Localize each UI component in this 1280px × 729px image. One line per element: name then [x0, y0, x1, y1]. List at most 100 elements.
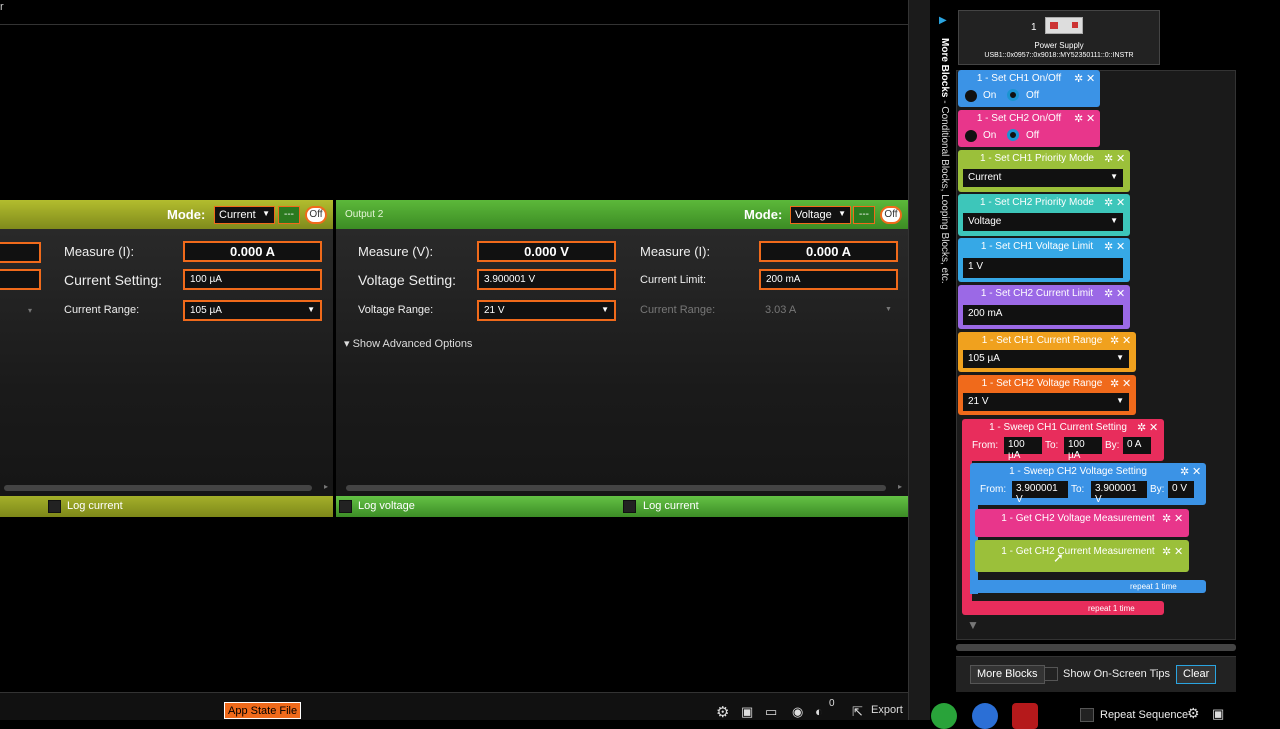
- gear-icon[interactable]: ✲: [1074, 72, 1083, 85]
- scroll-right-arrow[interactable]: ▸: [324, 482, 328, 491]
- close-icon[interactable]: ✕: [1116, 196, 1125, 209]
- priority-mode-select[interactable]: Current ▼: [963, 169, 1123, 187]
- sweep-to-input[interactable]: 3.900001 V: [1091, 481, 1147, 505]
- block-sweep-ch1-current[interactable]: 1 - Sweep CH1 Current Setting ✲ ✕ From: …: [962, 419, 1164, 461]
- gear-icon[interactable]: ✲: [1110, 377, 1119, 390]
- app-state-file-button[interactable]: App State File: [224, 702, 302, 719]
- measure-voltage-label: Measure (V):: [358, 244, 434, 259]
- gear-icon[interactable]: ✲: [1104, 196, 1113, 209]
- gear-icon[interactable]: ⚙: [716, 703, 729, 720]
- voltage-setting-input[interactable]: 3.900001 V: [477, 269, 616, 290]
- log-current-checkbox-2[interactable]: [623, 500, 636, 513]
- gear-icon[interactable]: ✲: [1074, 112, 1083, 125]
- block-get-ch2-current[interactable]: 1 - Get CH2 Current Measurement ✲ ✕: [975, 540, 1189, 572]
- info-icon[interactable]: ◐: [815, 704, 823, 719]
- gear-icon[interactable]: ✲: [1104, 287, 1113, 300]
- mode-select[interactable]: Current ▼: [214, 206, 275, 224]
- close-icon[interactable]: ✕: [1116, 240, 1125, 253]
- log-current-label-2: Log current: [643, 500, 699, 512]
- output-off-toggle[interactable]: Off: [305, 206, 327, 224]
- step-icon[interactable]: [972, 703, 998, 729]
- close-icon[interactable]: ✕: [1174, 545, 1183, 558]
- advanced-label: Show Advanced Options: [352, 338, 473, 350]
- close-icon[interactable]: ✕: [1116, 152, 1125, 165]
- gear-icon[interactable]: ✲: [1104, 240, 1113, 253]
- block-sweep-ch2-voltage[interactable]: 1 - Sweep CH2 Voltage Setting ✲ ✕ From: …: [970, 463, 1206, 505]
- play-icon[interactable]: [931, 703, 957, 729]
- gear-icon[interactable]: ✲: [1110, 334, 1119, 347]
- close-icon[interactable]: ✕: [1122, 377, 1131, 390]
- gear-icon[interactable]: ✲: [1104, 152, 1113, 165]
- on-radio[interactable]: [965, 90, 977, 102]
- output-1-header: Mode: Current ▼ --- Off: [0, 200, 333, 229]
- close-icon[interactable]: ✕: [1086, 112, 1095, 125]
- mode-select[interactable]: Voltage ▼: [790, 206, 851, 224]
- sweep-by-input[interactable]: 0 A: [1123, 437, 1151, 454]
- output-off-toggle[interactable]: Off: [880, 206, 902, 224]
- horizontal-scrollbar[interactable]: [4, 485, 312, 491]
- workspace-scrollbar[interactable]: [956, 644, 1236, 651]
- close-icon[interactable]: ✕: [1149, 421, 1158, 434]
- more-blocks-button[interactable]: More Blocks: [970, 665, 1045, 684]
- block-title: 1 - Set CH2 Current Limit: [980, 288, 1094, 299]
- current-range-label: Current Range:: [64, 304, 140, 316]
- off-radio[interactable]: [1007, 129, 1019, 141]
- on-radio[interactable]: [965, 130, 977, 142]
- gear-icon[interactable]: ✲: [1162, 545, 1171, 558]
- scroll-right-arrow[interactable]: ▸: [898, 482, 902, 491]
- stop-icon[interactable]: [1012, 703, 1038, 729]
- show-advanced-options[interactable]: ▾ Show Advanced Options: [344, 337, 472, 350]
- block-title: 1 - Set CH1 Voltage Limit: [980, 241, 1094, 252]
- gear-icon[interactable]: ✲: [1162, 512, 1171, 525]
- show-tips-checkbox[interactable]: [1044, 667, 1058, 681]
- close-icon[interactable]: ✕: [1086, 72, 1095, 85]
- current-range-select[interactable]: 105 µA ▼: [183, 300, 322, 321]
- log-voltage-checkbox[interactable]: [339, 500, 352, 513]
- block-get-ch2-voltage[interactable]: 1 - Get CH2 Voltage Measurement ✲ ✕: [975, 509, 1189, 537]
- priority-mode-select[interactable]: Voltage ▼: [963, 213, 1123, 231]
- close-icon[interactable]: ✕: [1116, 287, 1125, 300]
- block-set-ch1-current-range[interactable]: 1 - Set CH1 Current Range ✲ ✕ 105 µA ▼: [958, 332, 1136, 372]
- cut-field-2[interactable]: [0, 269, 41, 290]
- sweep-to-input[interactable]: 100 µA: [1064, 437, 1102, 461]
- save-icon[interactable]: ▣: [741, 704, 753, 720]
- current-limit-input[interactable]: 200 mA: [759, 269, 898, 290]
- gear-icon[interactable]: ✲: [1137, 421, 1146, 434]
- clipboard-icon[interactable]: ◉: [792, 704, 803, 720]
- current-setting-input[interactable]: 100 µA: [183, 269, 322, 290]
- close-icon[interactable]: ✕: [1122, 334, 1131, 347]
- close-icon[interactable]: ✕: [1174, 512, 1183, 525]
- sweep-by-input[interactable]: 0 V: [1168, 481, 1194, 498]
- block-set-ch2-priority-mode[interactable]: 1 - Set CH2 Priority Mode ✲ ✕ Voltage ▼: [958, 194, 1130, 236]
- voltage-range-select[interactable]: 21 V ▼: [477, 300, 616, 321]
- measure-current-label: Measure (I):: [640, 244, 711, 259]
- gear-icon[interactable]: ✲: [1180, 465, 1189, 478]
- block-set-ch1-voltage-limit[interactable]: 1 - Set CH1 Voltage Limit ✲ ✕ 1 V: [958, 238, 1130, 282]
- current-limit-input[interactable]: 200 mA: [963, 305, 1123, 325]
- off-label: Off: [1026, 90, 1040, 101]
- close-icon[interactable]: ✕: [1192, 465, 1201, 478]
- log-current-checkbox[interactable]: [48, 500, 61, 513]
- device-card[interactable]: 1 Power Supply USB1::0x0957::0x9018::MY5…: [958, 10, 1160, 65]
- current-range-select[interactable]: 105 µA ▼: [963, 350, 1129, 368]
- folder-open-icon[interactable]: ▭: [765, 704, 777, 720]
- output-2-header: Output 2 Mode: Voltage ▼ --- Off: [336, 200, 908, 229]
- sweep-from-input[interactable]: 3.900001 V: [1012, 481, 1068, 505]
- voltage-range-select[interactable]: 21 V ▼: [963, 393, 1129, 411]
- horizontal-scrollbar[interactable]: [346, 485, 886, 491]
- block-set-ch2-voltage-range[interactable]: 1 - Set CH2 Voltage Range ✲ ✕ 21 V ▼: [958, 375, 1136, 415]
- block-set-ch2-current-limit[interactable]: 1 - Set CH2 Current Limit ✲ ✕ 200 mA: [958, 285, 1130, 329]
- block-set-ch1-onoff[interactable]: 1 - Set CH1 On/Off ✲ ✕ On Off: [958, 70, 1100, 107]
- voltage-limit-input[interactable]: 1 V: [963, 258, 1123, 278]
- sweep-from-input[interactable]: 100 µA: [1004, 437, 1042, 461]
- clear-button[interactable]: Clear: [1176, 665, 1217, 684]
- panel-splitter[interactable]: [908, 0, 930, 720]
- collapse-arrow-icon[interactable]: ▶: [939, 15, 947, 26]
- block-set-ch1-priority-mode[interactable]: 1 - Set CH1 Priority Mode ✲ ✕ Current ▼: [958, 150, 1130, 192]
- export-icon[interactable]: ⇱: [852, 704, 863, 720]
- off-radio[interactable]: [1007, 89, 1019, 101]
- cut-caret: ▾: [28, 306, 33, 315]
- gear-icon[interactable]: ⚙: [1187, 705, 1200, 722]
- export-label[interactable]: Export: [871, 704, 903, 716]
- block-set-ch2-onoff[interactable]: 1 - Set CH2 On/Off ✲ ✕ On Off: [958, 110, 1100, 147]
